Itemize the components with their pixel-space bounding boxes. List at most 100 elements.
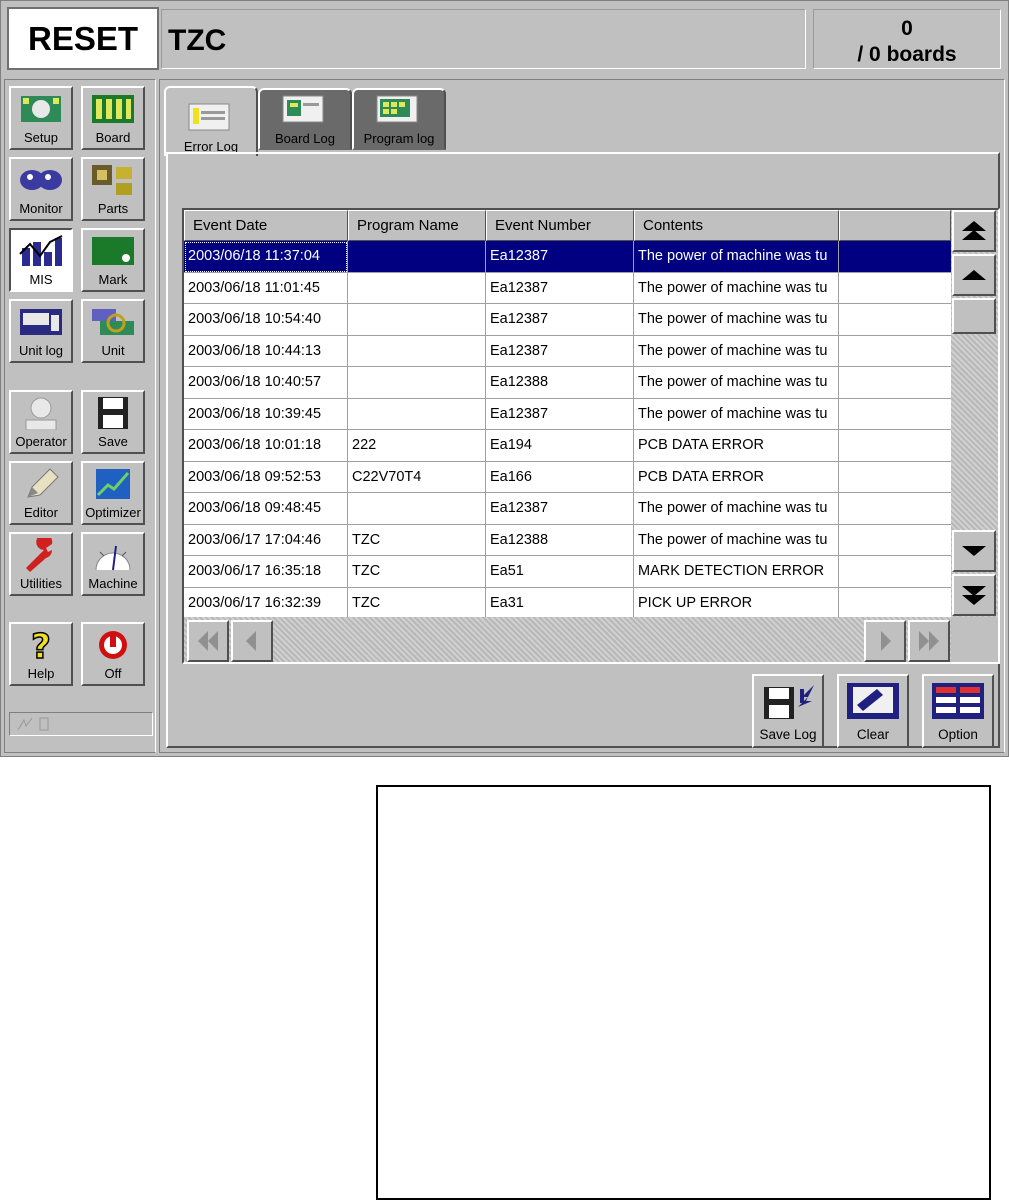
cell-event-date: 2003/06/17 17:04:46 (184, 524, 348, 556)
tab-board-log[interactable]: Board Log (258, 88, 352, 150)
option-label: Option (938, 727, 978, 742)
cell-empty (839, 430, 951, 462)
table-row[interactable]: 2003/06/18 10:54:40 Ea12387 The power of m… (184, 304, 951, 336)
unit-icon (90, 305, 136, 339)
scroll-thumb[interactable] (952, 298, 996, 334)
operator-button[interactable]: Operator (9, 390, 73, 454)
mark-button[interactable]: Mark (81, 228, 145, 292)
scroll-left-button[interactable] (231, 620, 273, 662)
save-log-button[interactable]: Save Log (752, 674, 824, 748)
cell-event-date: 2003/06/18 10:44:13 (184, 335, 348, 367)
scroll-first-button[interactable] (187, 620, 229, 662)
scroll-right-button[interactable] (864, 620, 906, 662)
table-row[interactable]: 2003/06/17 17:04:46 TZC Ea12388 The power o… (184, 524, 951, 556)
table-row[interactable]: 2003/06/18 10:01:18 222 Ea194 PCB DATA ERRO… (184, 430, 951, 462)
cell-event-date: 2003/06/17 16:35:18 (184, 556, 348, 588)
machine-status: RESET (7, 7, 159, 70)
editor-button[interactable]: Editor (9, 461, 73, 525)
cell-empty (839, 336, 951, 367)
unit-log-button[interactable]: Unit log (9, 299, 73, 363)
column-program-name[interactable]: Program Name (348, 210, 486, 241)
setup-button[interactable]: Setup (9, 86, 73, 150)
app-window: RESET TZC 0 / 0 boards Setup Board Monit… (0, 0, 1009, 757)
optimizer-label: Optimizer (85, 505, 141, 520)
right-arrow-icon (881, 631, 891, 651)
unit-label: Unit (101, 343, 125, 358)
cell-event-number: Ea166 (486, 461, 634, 493)
scroll-down-button[interactable] (952, 530, 996, 572)
cell-contents: PICK UP ERROR (634, 587, 839, 617)
column-empty (839, 210, 951, 241)
board-label: Board (95, 130, 131, 145)
save-button[interactable]: Save (81, 390, 145, 454)
cell-event-number: Ea194 (486, 430, 634, 462)
table-row[interactable]: 2003/06/18 10:44:13 Ea12387 The power of m… (184, 335, 951, 367)
column-event-number[interactable]: Event Number (486, 210, 634, 241)
mark-icon (90, 234, 136, 268)
column-contents[interactable]: Contents (634, 210, 839, 241)
scroll-bottom-button[interactable] (952, 574, 996, 616)
table-row[interactable]: 2003/06/18 09:52:53 C22V70T4 Ea166 PCB DATA… (184, 461, 951, 493)
clear-icon (843, 681, 903, 721)
mis-button[interactable]: MIS (9, 228, 73, 292)
cell-event-date: 2003/06/18 10:54:40 (184, 304, 348, 336)
table-row[interactable]: 2003/06/18 10:39:45 Ea12387 The power of m… (184, 398, 951, 430)
scroll-top-button[interactable] (952, 210, 996, 252)
program-log-icon (376, 95, 418, 123)
pencil-icon (18, 467, 64, 501)
utilities-button[interactable]: Utilities (9, 532, 73, 596)
scroll-last-button[interactable] (908, 620, 950, 662)
setup-icon (18, 92, 64, 126)
left-arrow-icon (246, 631, 256, 651)
cell-program-name: C22V70T4 (348, 461, 486, 493)
board-count: 0 (901, 17, 913, 40)
setup-label: Setup (24, 130, 58, 145)
cell-event-date: 2003/06/17 16:32:39 (184, 587, 348, 617)
mis-chart-icon (18, 234, 64, 268)
unit-log-label: Unit log (18, 343, 64, 358)
operator-label: Operator (15, 434, 67, 449)
table-row[interactable]: 2003/06/17 16:32:39 TZC Ea31 PICK UP ERROR (184, 587, 951, 617)
cell-program-name (348, 335, 486, 367)
vertical-scrollbar[interactable] (951, 210, 998, 617)
cell-event-date: 2003/06/18 10:40:57 (184, 367, 348, 399)
optimizer-button[interactable]: Optimizer (81, 461, 145, 525)
double-left-arrow-icon (198, 631, 218, 651)
cell-empty (839, 462, 951, 493)
main-panel: Error Log Board Log Program log Event Da… (159, 79, 1005, 753)
program-name: TZC (161, 9, 806, 69)
machine-button[interactable]: Machine (81, 532, 145, 596)
cell-contents: The power of machine was tu (634, 241, 839, 273)
horizontal-scrollbar[interactable] (184, 617, 951, 662)
scroll-up-button[interactable] (952, 254, 996, 296)
wrench-icon (18, 538, 64, 572)
monitor-button[interactable]: Monitor (9, 157, 73, 221)
parts-icon (90, 163, 136, 197)
clear-button[interactable]: Clear (837, 674, 909, 748)
table-row[interactable]: 2003/06/18 10:40:57 Ea12388 The power of m… (184, 367, 951, 399)
down-arrow-icon (962, 546, 986, 556)
question-icon: ? (18, 628, 64, 662)
option-button[interactable]: Option (922, 674, 994, 748)
table-row[interactable]: 2003/06/18 11:01:45 Ea12387 The power of m… (184, 272, 951, 304)
parts-button[interactable]: Parts (81, 157, 145, 221)
table-row[interactable]: 2003/06/17 16:35:18 TZC Ea51 MARK DETECTION… (184, 556, 951, 588)
mark-label: Mark (98, 272, 128, 287)
unit-button[interactable]: Unit (81, 299, 145, 363)
cell-event-number: Ea12388 (486, 367, 634, 399)
tab-program-log[interactable]: Program log (352, 88, 446, 150)
board-total: / 0 boards (857, 43, 957, 66)
save-log-icon (758, 681, 818, 721)
cell-event-date: 2003/06/18 11:01:45 (184, 272, 348, 304)
table-row[interactable]: 2003/06/18 11:37:04 Ea12387 The power of m… (184, 241, 951, 273)
board-button[interactable]: Board (81, 86, 145, 150)
off-button[interactable]: Off (81, 622, 145, 686)
help-button[interactable]: ? Help (9, 622, 73, 686)
tab-error-log[interactable]: Error Log (164, 86, 258, 156)
cell-program-name (348, 304, 486, 336)
error-log-icon (188, 103, 230, 131)
cell-event-number: Ea51 (486, 556, 634, 588)
cell-program-name (348, 272, 486, 304)
column-event-date[interactable]: Event Date (184, 210, 348, 241)
table-row[interactable]: 2003/06/18 09:48:45 Ea12387 The power of m… (184, 493, 951, 525)
